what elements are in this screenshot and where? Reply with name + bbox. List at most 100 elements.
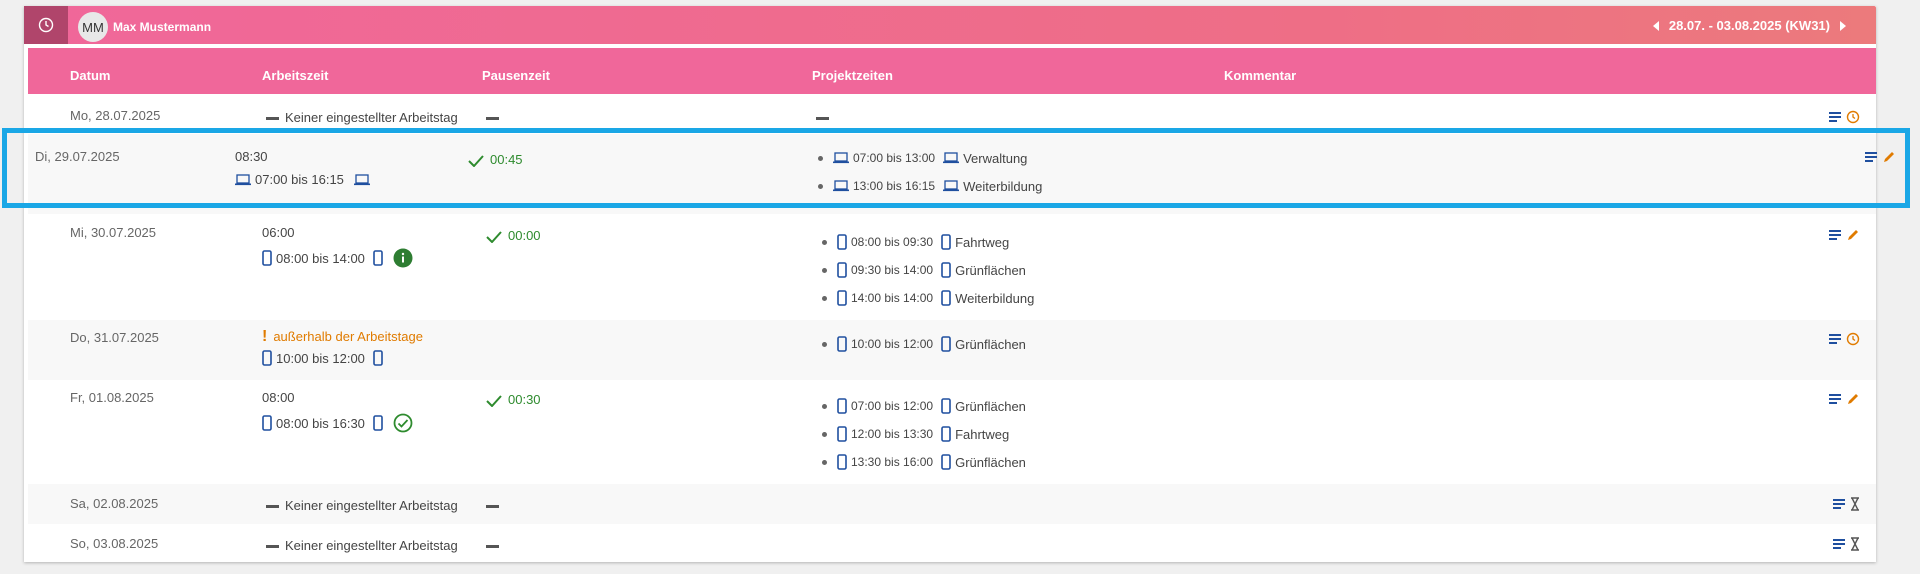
project-times — [816, 110, 835, 125]
check-icon — [468, 154, 484, 167]
row-date: Mo, 28.07.2025 — [70, 108, 161, 123]
clock-button[interactable] — [24, 6, 68, 44]
phone-icon — [941, 426, 951, 442]
table-row-selected[interactable]: Di, 29.07.2025 08:30 07:00 bis 16:15 00:… — [28, 134, 1894, 214]
clock-icon — [38, 17, 54, 33]
phone-icon — [837, 262, 847, 278]
phone-icon — [941, 454, 951, 470]
list-item: 10:00 bis 12:00 Grünflächen — [822, 330, 1026, 358]
project-time: 14:00 bis 14:00 — [851, 291, 934, 305]
working-time: Keiner eingestellter Arbeitstag — [266, 498, 458, 513]
comment-lines-icon[interactable] — [1829, 111, 1842, 123]
column-header-kommentar[interactable]: Kommentar — [1224, 68, 1296, 83]
column-header-pausenzeit[interactable]: Pausenzeit — [482, 68, 550, 83]
column-header-projektzeiten[interactable]: Projektzeiten — [812, 68, 893, 83]
laptop-icon — [235, 173, 251, 185]
clock-icon[interactable] — [1846, 332, 1860, 346]
project-activity: Grünflächen — [955, 262, 1026, 278]
working-hours: 08:30 — [235, 149, 268, 164]
table-row[interactable]: So, 03.08.2025 Keiner eingestellter Arbe… — [28, 524, 1876, 562]
pause-value: 00:45 — [490, 152, 523, 167]
working-span: 10:00 bis 12:00 — [276, 350, 365, 366]
phone-icon — [941, 336, 951, 352]
pause-value: 00:00 — [508, 228, 541, 243]
phone-icon — [837, 336, 847, 352]
phone-icon — [837, 290, 847, 306]
next-week-icon[interactable] — [1840, 20, 1846, 31]
project-activity: Grünflächen — [955, 454, 1026, 470]
week-navigation: 28.07. - 03.08.2025 (KW31) — [1652, 18, 1846, 33]
dash-icon — [266, 505, 279, 509]
row-date: So, 03.08.2025 — [70, 536, 159, 551]
pencil-icon[interactable] — [1846, 392, 1860, 406]
row-date: Sa, 02.08.2025 — [70, 496, 159, 511]
phone-icon — [262, 250, 272, 266]
dash-icon — [266, 117, 279, 121]
comment-lines-icon[interactable] — [1833, 538, 1846, 550]
hourglass-icon[interactable] — [1850, 537, 1860, 551]
pause-time: 00:00 — [486, 228, 541, 243]
list-item: 07:00 bis 12:00 Grünflächen — [822, 392, 1026, 420]
pencil-icon[interactable] — [1846, 228, 1860, 242]
column-header-arbeitszeit[interactable]: Arbeitszeit — [262, 68, 328, 83]
no-workday-note: Keiner eingestellter Arbeitstag — [285, 498, 458, 513]
check-icon — [486, 230, 502, 243]
project-time: 08:00 bis 09:30 — [851, 235, 934, 249]
phone-icon — [837, 398, 847, 414]
comment-lines-icon[interactable] — [1829, 393, 1842, 405]
project-activity: Weiterbildung — [963, 178, 1043, 194]
comment-lines-icon[interactable] — [1833, 498, 1846, 510]
info-icon[interactable] — [393, 248, 413, 268]
project-activity: Verwaltung — [963, 150, 1028, 166]
pause-value: 00:30 — [508, 392, 541, 407]
table-row[interactable]: Fr, 01.08.2025 08:00 08:00 bis 16:30 00:… — [28, 380, 1876, 484]
phone-icon — [262, 350, 272, 366]
week-range: 28.07. - 03.08.2025 (KW31) — [1668, 18, 1830, 33]
phone-icon — [262, 415, 272, 431]
dash-icon — [486, 545, 499, 549]
phone-icon — [941, 290, 951, 306]
table-row[interactable]: Sa, 02.08.2025 Keiner eingestellter Arbe… — [28, 484, 1876, 524]
project-time: 13:30 bis 16:00 — [851, 455, 934, 469]
check-circle-icon — [393, 413, 413, 433]
phone-icon — [837, 454, 847, 470]
list-item: 09:30 bis 14:00 Grünflächen — [822, 256, 1034, 284]
comment-lines-icon[interactable] — [1865, 151, 1878, 163]
user-name: Max Mustermann — [113, 20, 212, 34]
list-item: 12:00 bis 13:30 Fahrtweg — [822, 420, 1026, 448]
comment-lines-icon[interactable] — [1829, 229, 1842, 241]
pencil-icon[interactable] — [1882, 150, 1896, 164]
working-time: Keiner eingestellter Arbeitstag — [266, 110, 458, 125]
laptop-icon — [833, 180, 849, 192]
project-time: 07:00 bis 12:00 — [851, 399, 934, 413]
list-item: 13:30 bis 16:00 Grünflächen — [822, 448, 1026, 476]
project-activity: Grünflächen — [955, 336, 1026, 352]
project-times: 10:00 bis 12:00 Grünflächen — [822, 330, 1026, 358]
column-header-datum[interactable]: Datum — [70, 68, 110, 83]
pause-time — [486, 110, 505, 125]
row-actions — [1829, 110, 1860, 124]
table-row[interactable]: Mi, 30.07.2025 06:00 08:00 bis 14:00 00:… — [28, 214, 1876, 320]
phone-icon — [941, 398, 951, 414]
phone-icon — [837, 426, 847, 442]
check-icon — [486, 394, 502, 407]
phone-icon — [373, 350, 383, 366]
working-time: 08:30 07:00 bis 16:15 — [235, 149, 370, 187]
dash-icon — [266, 545, 279, 549]
project-times: 07:00 bis 12:00 Grünflächen 12:00 bis 13… — [822, 392, 1026, 476]
previous-week-icon[interactable] — [1652, 20, 1659, 31]
row-actions — [1833, 537, 1860, 551]
project-activity: Fahrtweg — [955, 426, 1010, 442]
table-row[interactable]: Mo, 28.07.2025 Keiner eingestellter Arbe… — [28, 94, 1876, 134]
laptop-icon — [943, 152, 960, 164]
laptop-icon — [353, 173, 370, 185]
list-item: 07:00 bis 13:00 Verwaltung — [818, 144, 1042, 172]
hourglass-icon[interactable] — [1850, 497, 1860, 511]
table-row[interactable]: Do, 31.07.2025 ! außerhalb der Arbeitstag… — [28, 320, 1876, 380]
clock-icon[interactable] — [1846, 110, 1860, 124]
avatar[interactable]: MM — [78, 12, 108, 42]
comment-lines-icon[interactable] — [1829, 333, 1842, 345]
project-time: 10:00 bis 12:00 — [851, 337, 934, 351]
timesheet-card: MM Max Mustermann 28.07. - 03.08.2025 (K… — [24, 6, 1894, 562]
pause-time: 00:45 — [468, 152, 523, 167]
